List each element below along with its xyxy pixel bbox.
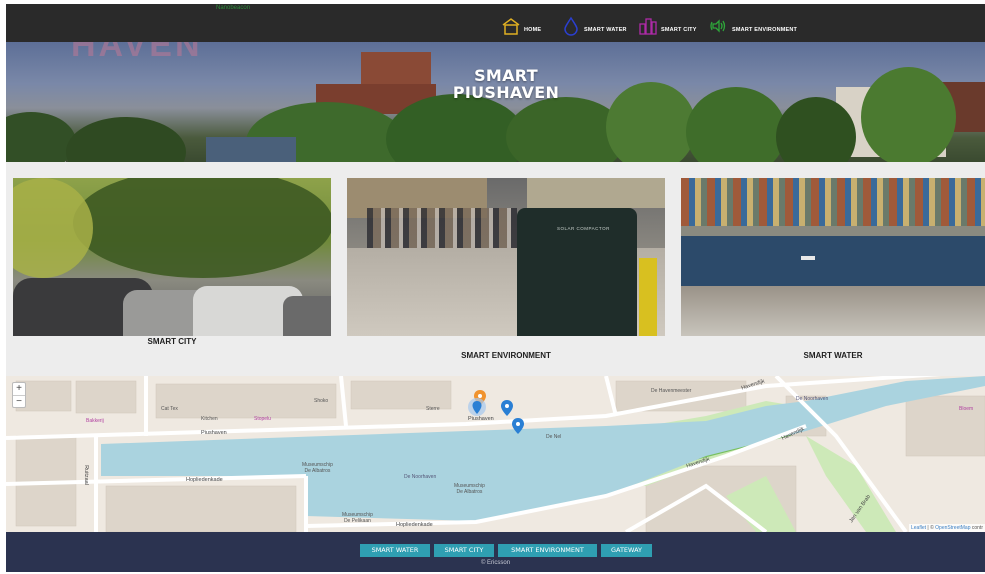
sound-icon — [710, 19, 726, 33]
marker-blue-icon[interactable] — [512, 418, 524, 434]
map-building — [350, 380, 452, 410]
card-smart-environment-label[interactable]: SMART ENVIRONMENT — [347, 351, 665, 360]
water-drop-icon — [564, 16, 578, 36]
water — [681, 236, 985, 286]
map-building — [615, 380, 747, 412]
card-smart-environment-image[interactable]: SOLAR COMPACTOR — [347, 178, 665, 336]
poi-de-havenmeester: De Havenmeester — [651, 388, 692, 394]
nav-smart-water-label: SMART WATER — [584, 27, 627, 33]
containers — [681, 178, 985, 226]
footer-gateway-button[interactable]: GATEWAY — [601, 544, 652, 557]
card-smart-water-label[interactable]: SMART WATER — [681, 351, 985, 360]
hero-tree — [606, 82, 696, 162]
poi-bakkerij: Bakkerij — [86, 418, 104, 424]
poi-sterre: Sterre — [426, 406, 440, 412]
street-label-ruitzaal: Ruitzaal — [82, 465, 89, 485]
nav-smart-water[interactable]: SMART WATER — [561, 12, 627, 36]
poi-bloem: Bloem — [959, 406, 974, 412]
quay — [681, 226, 985, 236]
map-building — [105, 485, 297, 532]
map-building — [75, 380, 137, 414]
boat — [801, 256, 815, 260]
solar-compactor-sign: SOLAR COMPACTOR — [557, 226, 610, 231]
map-building — [155, 383, 337, 419]
zoom-in-button[interactable]: + — [13, 383, 25, 395]
yellow-post — [639, 258, 657, 336]
street-label-hopliedenkade: Hopliedenkade — [186, 477, 223, 483]
poi-museumschip-pelikaan-line2: De Pelikaan — [343, 518, 371, 524]
poi-museumschip-albatros-line2: De Albatros — [304, 468, 331, 474]
attribution-separator: | © — [926, 525, 936, 531]
card-smart-water-image[interactable] — [681, 178, 985, 336]
marker-blue-icon[interactable] — [501, 400, 513, 416]
leaflet-link[interactable]: Leaflet — [911, 525, 926, 531]
map-zoom-control: + − — [12, 382, 26, 408]
marker-blue-highlighted-icon[interactable] — [468, 398, 486, 418]
hero-tree — [686, 87, 786, 162]
map-road — [339, 376, 348, 427]
footer-smart-water-button[interactable]: SMART WATER — [360, 544, 430, 557]
poi-kitchen: Kitchen — [201, 416, 218, 422]
footer-copyright: © Ericsson — [480, 560, 511, 566]
home-icon — [502, 18, 520, 35]
footer-smart-environment-button[interactable]: SMART ENVIRONMENT — [498, 544, 597, 557]
shore — [681, 286, 985, 336]
hero-river — [206, 137, 296, 162]
nanobeacon-link[interactable]: Nanobeacon — [216, 5, 250, 11]
attribution-rest: contr — [970, 525, 983, 531]
map-view[interactable]: Piushaven Piushaven Hopliedenkade Hoplie… — [6, 376, 985, 532]
map-building — [905, 395, 985, 457]
hero-title-line2: PIUSHAVEN — [452, 83, 560, 102]
map-canvas[interactable] — [6, 376, 985, 532]
nav-smart-environment[interactable]: SMART ENVIRONMENT — [709, 12, 797, 36]
poi-cat-tex: Cat Tex — [161, 406, 178, 412]
hero-tree — [861, 67, 956, 162]
nav-smart-city[interactable]: SMART CITY — [638, 12, 697, 36]
page-frame: Nanobeacon HOME SMART WATER SMART CITY S… — [6, 4, 985, 572]
zoom-out-button[interactable]: − — [13, 395, 25, 407]
nav-home[interactable]: HOME — [501, 12, 541, 36]
nav-smart-environment-label: SMART ENVIRONMENT — [732, 27, 798, 33]
poi-museumschip-albatros: Museumschip De Albatros — [302, 462, 333, 474]
nav-smart-city-label: SMART CITY — [661, 27, 697, 33]
hero-banner: HAVEN SMART PIUSHAVEN — [6, 42, 985, 162]
hero-tree — [66, 117, 186, 162]
poi-de-noorhaven: De Noorhaven — [796, 396, 829, 402]
street-label-piushaven: Piushaven — [201, 430, 227, 436]
car-shape — [283, 296, 331, 336]
poi-de-nel: De Nel — [546, 434, 562, 440]
foliage — [73, 178, 331, 278]
hero-title-line1: SMART — [474, 66, 538, 85]
nav-home-label: HOME — [524, 27, 542, 33]
poi-waterpark: De Noorhaven — [404, 474, 437, 480]
poi-stopelu: Stopelu — [254, 416, 271, 422]
footer-smart-city-button[interactable]: SMART CITY — [434, 544, 494, 557]
footer: SMART WATER SMART CITY SMART ENVIRONMENT… — [6, 532, 985, 572]
hero-ghost-text: HAVEN — [71, 42, 203, 64]
storefront — [527, 178, 665, 208]
street-label-hopliedenkade-bottom: Hopliedenkade — [396, 522, 433, 528]
poi-museumschip-albatros-2: Museumschip De Albatros — [454, 483, 485, 495]
poi-shoko: Shoko — [314, 398, 329, 404]
top-navbar: Nanobeacon HOME SMART WATER SMART CITY S… — [6, 4, 985, 42]
pedestrians — [367, 208, 517, 248]
card-smart-city-label[interactable]: SMART CITY — [13, 337, 331, 346]
poi-museumschip-pelikaan: Museumschip De Pelikaan — [342, 512, 373, 524]
poi-museumschip-albatros-2-line2: De Albatros — [456, 489, 483, 495]
city-icon — [639, 18, 657, 35]
osm-link[interactable]: OpenStreetMap — [935, 525, 970, 531]
map-attribution: Leaflet | © OpenStreetMap contr — [909, 524, 985, 532]
foliage — [13, 178, 93, 278]
map-road — [604, 376, 618, 417]
hero-title: SMART PIUSHAVEN — [436, 67, 576, 101]
solar-compactor-bin: SOLAR COMPACTOR — [517, 208, 637, 336]
card-smart-city-image[interactable] — [13, 178, 331, 336]
